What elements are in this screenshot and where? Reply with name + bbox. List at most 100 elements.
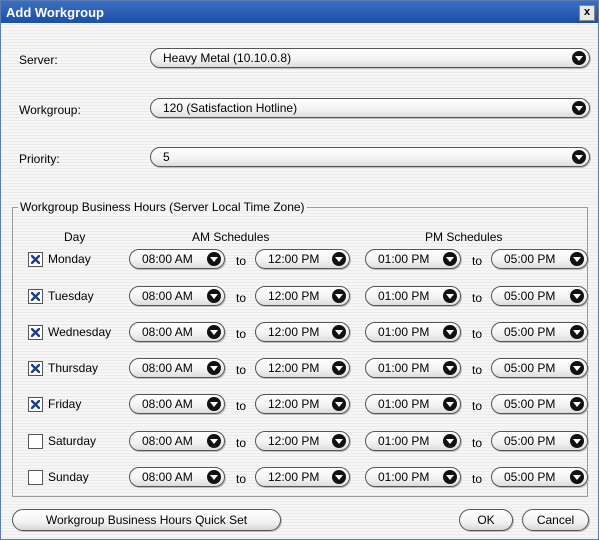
day-checkbox[interactable]	[28, 397, 43, 412]
chevron-down-icon	[207, 361, 221, 375]
server-label: Server:	[19, 53, 58, 67]
am-start-dropdown[interactable]: 08:00 AM	[129, 394, 225, 414]
day-checkbox[interactable]	[28, 470, 43, 485]
day-checkbox[interactable]	[28, 289, 43, 304]
close-button[interactable]: x	[579, 5, 595, 21]
chevron-down-icon	[332, 397, 346, 411]
time-value: 01:00 PM	[378, 470, 430, 484]
time-value: 01:00 PM	[378, 434, 430, 448]
am-start-dropdown[interactable]: 08:00 AM	[129, 286, 225, 306]
chevron-down-icon	[332, 434, 346, 448]
am-end-dropdown[interactable]: 12:00 PM	[255, 394, 350, 414]
chevron-down-icon	[207, 325, 221, 339]
quick-set-button[interactable]: Workgroup Business Hours Quick Set	[12, 509, 281, 531]
chevron-down-icon	[332, 470, 346, 484]
time-value: 05:00 PM	[504, 397, 556, 411]
pm-end-dropdown[interactable]: 05:00 PM	[491, 322, 588, 342]
pm-schedules-header: PM Schedules	[425, 230, 503, 244]
am-end-dropdown[interactable]: 12:00 PM	[255, 322, 350, 342]
pm-to-label: to	[472, 363, 483, 377]
day-checkbox[interactable]	[28, 325, 43, 340]
am-end-dropdown[interactable]: 12:00 PM	[255, 286, 350, 306]
chevron-down-icon	[570, 325, 584, 339]
chevron-down-icon	[207, 252, 221, 266]
am-to-label: to	[236, 327, 247, 341]
am-end-dropdown[interactable]: 12:00 PM	[255, 249, 350, 269]
chevron-down-icon	[332, 325, 346, 339]
window-title: Add Workgroup	[6, 5, 104, 20]
check-x-icon	[31, 255, 40, 264]
chevron-down-icon	[570, 252, 584, 266]
ok-button[interactable]: OK	[459, 509, 513, 531]
server-value: Heavy Metal (10.10.0.8)	[163, 51, 292, 65]
chevron-down-icon	[570, 289, 584, 303]
day-checkbox[interactable]	[28, 361, 43, 376]
workgroup-dropdown[interactable]: 120 (Satisfaction Hotline)	[150, 98, 590, 118]
pm-start-dropdown[interactable]: 01:00 PM	[365, 249, 461, 269]
pm-end-dropdown[interactable]: 05:00 PM	[491, 394, 588, 414]
time-value: 08:00 AM	[142, 470, 193, 484]
am-end-dropdown[interactable]: 12:00 PM	[255, 358, 350, 378]
time-value: 05:00 PM	[504, 470, 556, 484]
am-end-dropdown[interactable]: 12:00 PM	[255, 431, 350, 451]
am-start-dropdown[interactable]: 08:00 AM	[129, 322, 225, 342]
chevron-down-icon	[207, 397, 221, 411]
pm-start-dropdown[interactable]: 01:00 PM	[365, 358, 461, 378]
workgroup-label: Workgroup:	[19, 103, 81, 117]
am-to-label: to	[236, 436, 247, 450]
day-checkbox[interactable]	[28, 252, 43, 267]
am-start-dropdown[interactable]: 08:00 AM	[129, 467, 225, 487]
day-column-header: Day	[64, 230, 86, 244]
time-value: 05:00 PM	[504, 252, 556, 266]
pm-to-label: to	[472, 254, 483, 268]
time-value: 08:00 AM	[142, 252, 193, 266]
chevron-down-icon	[443, 325, 457, 339]
day-label: Saturday	[48, 434, 97, 448]
am-to-label: to	[236, 254, 247, 268]
pm-start-dropdown[interactable]: 01:00 PM	[365, 431, 461, 451]
time-value: 12:00 PM	[268, 252, 320, 266]
pm-end-dropdown[interactable]: 05:00 PM	[491, 358, 588, 378]
chevron-down-icon	[332, 289, 346, 303]
pm-end-dropdown[interactable]: 05:00 PM	[491, 431, 588, 451]
time-value: 05:00 PM	[504, 434, 556, 448]
pm-start-dropdown[interactable]: 01:00 PM	[365, 322, 461, 342]
day-label: Wednesday	[48, 325, 112, 339]
cancel-button[interactable]: Cancel	[522, 509, 589, 531]
time-value: 12:00 PM	[268, 325, 320, 339]
time-value: 08:00 AM	[142, 361, 193, 375]
day-label: Thursday	[48, 361, 99, 375]
chevron-down-icon	[572, 150, 586, 164]
pm-end-dropdown[interactable]: 05:00 PM	[491, 249, 588, 269]
pm-to-label: to	[472, 327, 483, 341]
pm-to-label: to	[472, 291, 483, 305]
time-value: 05:00 PM	[504, 361, 556, 375]
time-value: 12:00 PM	[268, 361, 320, 375]
pm-end-dropdown[interactable]: 05:00 PM	[491, 286, 588, 306]
am-start-dropdown[interactable]: 08:00 AM	[129, 431, 225, 451]
priority-dropdown[interactable]: 5	[150, 147, 590, 167]
time-value: 01:00 PM	[378, 397, 430, 411]
workgroup-value: 120 (Satisfaction Hotline)	[163, 101, 298, 115]
business-hours-legend: Workgroup Business Hours (Server Local T…	[18, 200, 307, 214]
am-to-label: to	[236, 291, 247, 305]
chevron-down-icon	[570, 361, 584, 375]
title-bar[interactable]: Add Workgroup x	[1, 1, 598, 23]
pm-start-dropdown[interactable]: 01:00 PM	[365, 467, 461, 487]
day-label: Sunday	[48, 470, 89, 484]
pm-to-label: to	[472, 436, 483, 450]
am-end-dropdown[interactable]: 12:00 PM	[255, 467, 350, 487]
am-start-dropdown[interactable]: 08:00 AM	[129, 249, 225, 269]
am-schedules-header: AM Schedules	[192, 230, 270, 244]
chevron-down-icon	[443, 434, 457, 448]
time-value: 01:00 PM	[378, 289, 430, 303]
am-start-dropdown[interactable]: 08:00 AM	[129, 358, 225, 378]
check-x-icon	[31, 400, 40, 409]
pm-end-dropdown[interactable]: 05:00 PM	[491, 467, 588, 487]
time-value: 12:00 PM	[268, 397, 320, 411]
chevron-down-icon	[207, 434, 221, 448]
server-dropdown[interactable]: Heavy Metal (10.10.0.8)	[150, 48, 590, 68]
pm-start-dropdown[interactable]: 01:00 PM	[365, 394, 461, 414]
pm-start-dropdown[interactable]: 01:00 PM	[365, 286, 461, 306]
day-checkbox[interactable]	[28, 434, 43, 449]
